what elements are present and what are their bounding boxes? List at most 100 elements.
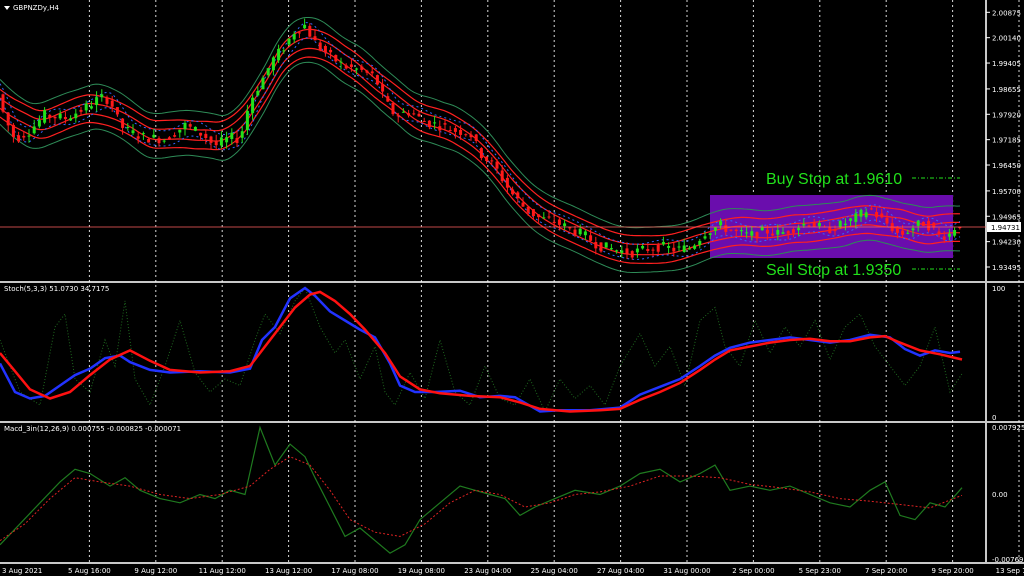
candle-body bbox=[334, 55, 338, 62]
candle-body bbox=[199, 132, 203, 136]
candle-body bbox=[271, 57, 275, 71]
time-label: 9 Sep 20:00 bbox=[931, 567, 973, 575]
candle-body bbox=[516, 192, 520, 199]
candle-body bbox=[209, 136, 213, 143]
candle-body bbox=[422, 121, 426, 122]
candle-body bbox=[69, 118, 73, 121]
time-label: 13 Sep 16:00 bbox=[996, 567, 1024, 575]
macd-top-label: 0.007925 bbox=[992, 424, 1024, 432]
candle-body bbox=[225, 137, 229, 143]
candle-body bbox=[84, 103, 88, 111]
time-label: 2 Sep 00:00 bbox=[732, 567, 774, 575]
candle-body bbox=[724, 225, 728, 232]
current-price-value: 1.94731 bbox=[991, 224, 1020, 232]
sell-stop-label: Sell Stop at 1.9350 bbox=[766, 262, 901, 279]
candle-body bbox=[875, 212, 879, 218]
candle-body bbox=[193, 126, 197, 131]
candle-body bbox=[219, 137, 223, 146]
candle-body bbox=[817, 222, 821, 227]
time-label: 9 Aug 12:00 bbox=[134, 567, 177, 575]
stoch-raw-line bbox=[0, 286, 963, 413]
price-tick-label: 2.00875 bbox=[992, 9, 1021, 17]
candle-body bbox=[947, 233, 951, 237]
candle-body bbox=[651, 249, 655, 251]
price-tick-label: 1.94230 bbox=[992, 239, 1021, 247]
candle-body bbox=[578, 228, 582, 235]
candle-body bbox=[880, 213, 884, 218]
candle-body bbox=[48, 114, 52, 118]
candle-body bbox=[32, 126, 36, 134]
candle-body bbox=[630, 251, 634, 258]
candle-body bbox=[937, 231, 941, 234]
price-tick-label: 1.93495 bbox=[992, 264, 1021, 272]
candle-body bbox=[79, 109, 83, 112]
candle-body bbox=[240, 131, 244, 138]
candle-body bbox=[459, 130, 463, 135]
candle-body bbox=[162, 140, 166, 142]
candle-body bbox=[121, 118, 125, 128]
candle-body bbox=[625, 248, 629, 255]
candle-body bbox=[178, 129, 182, 133]
time-label: 19 Aug 08:00 bbox=[398, 567, 445, 575]
price-tick-label: 1.97920 bbox=[992, 111, 1021, 119]
candle-body bbox=[833, 229, 837, 232]
candle-body bbox=[791, 229, 795, 233]
candle-body bbox=[427, 120, 431, 128]
stoch-top-label: 100 bbox=[992, 285, 1005, 293]
candle-body bbox=[828, 227, 832, 234]
candle-body bbox=[386, 96, 390, 102]
candle-body bbox=[927, 220, 931, 231]
candle-body bbox=[167, 137, 171, 140]
candle-body bbox=[245, 110, 249, 130]
candle-body bbox=[667, 246, 671, 248]
candle-body bbox=[802, 223, 806, 226]
candle-body bbox=[916, 220, 920, 226]
symbol-label: GBPNZDy,H4 bbox=[13, 4, 60, 12]
candle-body bbox=[349, 64, 353, 67]
candle-body bbox=[859, 209, 863, 217]
candle-body bbox=[74, 113, 78, 119]
candle-body bbox=[542, 217, 546, 219]
price-tick-label: 1.97185 bbox=[992, 137, 1021, 145]
candle-body bbox=[287, 38, 291, 45]
candle-body bbox=[360, 66, 364, 70]
candle-body bbox=[521, 202, 525, 207]
candle-body bbox=[490, 160, 494, 162]
time-label: 5 Sep 23:00 bbox=[799, 567, 841, 575]
candle-body bbox=[448, 130, 452, 132]
candle-body bbox=[594, 242, 598, 249]
candle-body bbox=[110, 100, 114, 107]
candle-body bbox=[745, 232, 749, 234]
candle-body bbox=[141, 133, 145, 135]
macd-signal-line bbox=[0, 456, 963, 542]
candle-body bbox=[453, 128, 457, 132]
candle-body bbox=[563, 223, 567, 227]
macd-bottom-label: -0.007698 bbox=[992, 556, 1024, 564]
chevron-down-icon[interactable] bbox=[4, 6, 10, 10]
candle-body bbox=[677, 246, 681, 248]
stoch-bottom-label: 0 bbox=[992, 414, 996, 422]
candle-body bbox=[734, 229, 738, 231]
candle-body bbox=[750, 231, 754, 236]
candle-body bbox=[214, 141, 218, 146]
candle-body bbox=[131, 130, 135, 134]
candle-body bbox=[443, 123, 447, 125]
candle-body bbox=[573, 229, 577, 236]
candle-body bbox=[511, 189, 515, 195]
candle-body bbox=[505, 177, 509, 188]
candle-body bbox=[604, 242, 608, 248]
candle-body bbox=[282, 50, 286, 52]
candle-body bbox=[37, 120, 41, 127]
candle-body bbox=[807, 225, 811, 227]
time-label: 5 Aug 16:00 bbox=[68, 567, 111, 575]
candle-body bbox=[797, 227, 801, 231]
price-tick-label: 1.94965 bbox=[992, 213, 1021, 221]
candle-body bbox=[261, 77, 265, 90]
forex-chart: Buy Stop at 1.9610 Sell Stop at 1.9350 G… bbox=[0, 0, 1024, 575]
macd-lines bbox=[0, 425, 963, 554]
candle-body bbox=[292, 33, 296, 40]
candle-body bbox=[303, 24, 307, 29]
candle-body bbox=[599, 242, 603, 252]
candle-body bbox=[297, 32, 301, 34]
candle-body bbox=[89, 106, 93, 109]
